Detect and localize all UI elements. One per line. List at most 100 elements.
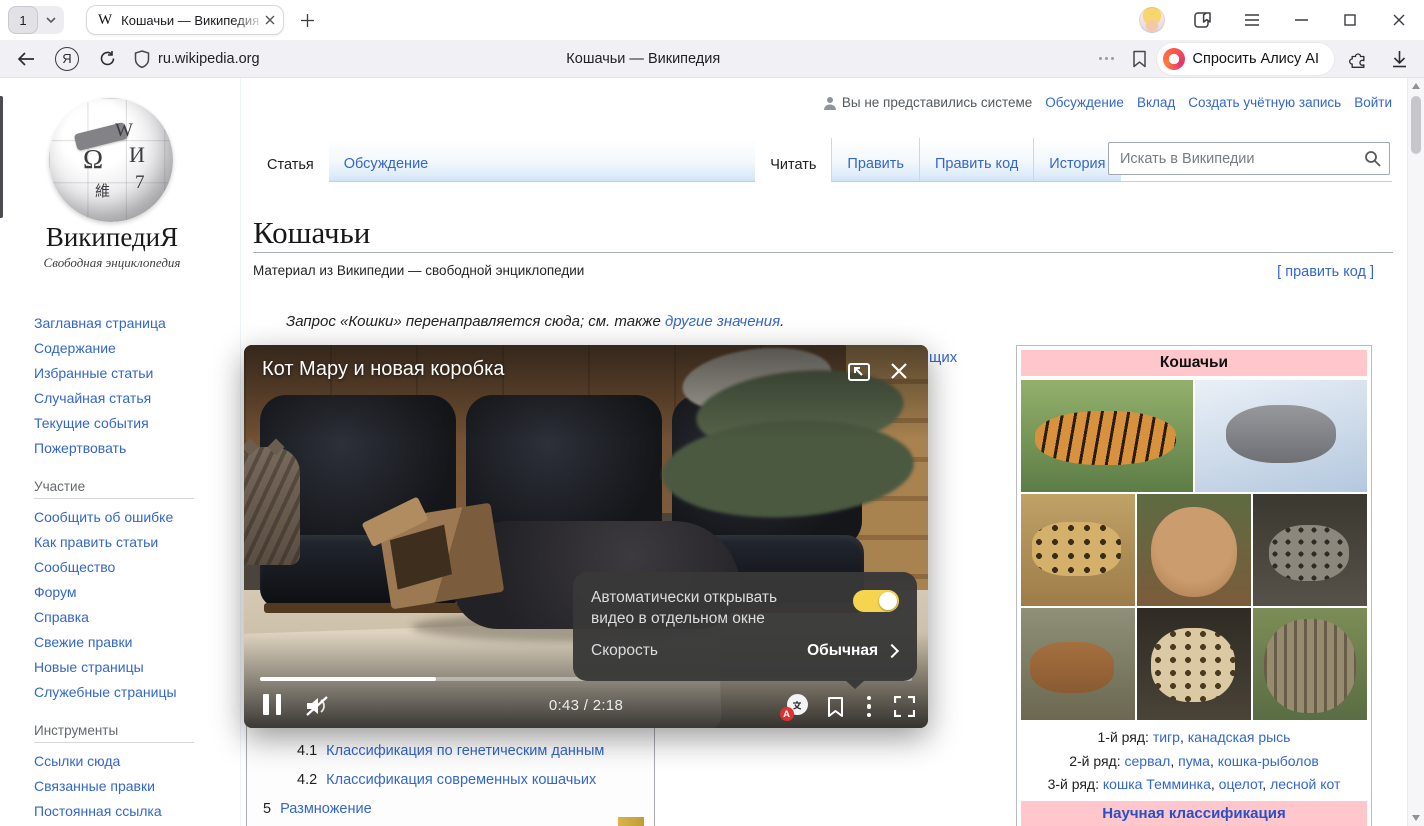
- toc-link[interactable]: Классификация по генетическим данным: [326, 737, 604, 766]
- sidebar-link-donate[interactable]: Пожертвовать: [34, 436, 224, 461]
- wikipedia-tagline: Свободная энциклопедия: [0, 255, 224, 271]
- muted-speaker-icon[interactable]: [304, 694, 330, 718]
- sidebar-link-main-page[interactable]: Заглавная страница: [34, 311, 224, 336]
- reload-icon[interactable]: [94, 46, 120, 72]
- tab-strip-filler: [443, 138, 755, 181]
- link-fishing-cat[interactable]: кошка-рыболов: [1218, 753, 1319, 769]
- ask-alice-label: Спросить Алису AI: [1193, 51, 1320, 67]
- auto-open-toggle[interactable]: [853, 590, 899, 612]
- close-video-icon[interactable]: [886, 358, 912, 384]
- more-actions-icon[interactable]: [1099, 57, 1114, 60]
- wiki-search-box[interactable]: [1108, 142, 1390, 175]
- sidebar-link-what-links-here[interactable]: Ссылки сюда: [34, 749, 224, 774]
- canada-lynx-photo[interactable]: [1195, 380, 1367, 492]
- serval-photo[interactable]: [1021, 494, 1135, 606]
- sidebar-link-recent-changes[interactable]: Свежие правки: [34, 630, 224, 655]
- link-wildcat[interactable]: лесной кот: [1270, 776, 1340, 792]
- ask-alice-button[interactable]: Спросить Алису AI: [1157, 43, 1335, 75]
- fullscreen-icon[interactable]: [894, 696, 915, 717]
- extensions-puzzle-icon[interactable]: [1348, 49, 1368, 69]
- sidebar-link-community[interactable]: Сообщество: [34, 555, 224, 580]
- pause-icon[interactable]: [263, 694, 281, 715]
- tiger-photo[interactable]: [1021, 380, 1193, 492]
- page-scrollbar[interactable]: [1407, 78, 1424, 826]
- scroll-down-arrow[interactable]: [1412, 815, 1420, 821]
- browser-tab[interactable]: W Кошачьи — Википедия: [86, 5, 284, 35]
- partially-covered-link[interactable]: щих: [929, 349, 957, 366]
- cut-off-image-fragment: [618, 817, 644, 826]
- tab-edit[interactable]: Править: [831, 138, 919, 181]
- sidebar-link-special-pages[interactable]: Служебные страницы: [34, 680, 224, 705]
- sidebar-link-help[interactable]: Справка: [34, 605, 224, 630]
- sidebar-link-random[interactable]: Случайная статья: [34, 386, 224, 411]
- link-ocelot[interactable]: оцелот: [1219, 776, 1263, 792]
- url-text[interactable]: ru.wikipedia.org: [158, 51, 260, 67]
- tab-counter[interactable]: 1: [8, 6, 64, 34]
- side-panel-icon[interactable]: [1192, 9, 1214, 31]
- bookmark-page-icon[interactable]: [1132, 50, 1147, 68]
- sidebar-link-how-to-edit[interactable]: Как править статьи: [34, 530, 224, 555]
- yandex-logo-icon[interactable]: Я: [55, 47, 79, 71]
- progress-played: [260, 677, 436, 681]
- link-tiger[interactable]: тигр: [1153, 729, 1180, 745]
- sidebar-link-report-error[interactable]: Сообщить об ошибке: [34, 505, 224, 530]
- tab-talk[interactable]: Обсуждение: [329, 138, 443, 181]
- tab-title: Кошачьи — Википедия: [121, 13, 265, 28]
- ocelot-photo[interactable]: [1137, 608, 1251, 720]
- toc-link[interactable]: Размножение: [280, 795, 372, 824]
- wikipedia-globe-logo[interactable]: ΩWИ7維: [49, 98, 173, 222]
- temminck-cat-photo[interactable]: [1021, 608, 1135, 720]
- search-icon[interactable]: [1364, 150, 1381, 167]
- downloads-icon[interactable]: [1391, 50, 1408, 68]
- scrollbar-thumb[interactable]: [1411, 96, 1421, 154]
- fishing-cat-photo[interactable]: [1253, 494, 1367, 606]
- hatnote-link[interactable]: другие значения: [665, 313, 780, 330]
- tab-article[interactable]: Статья: [252, 138, 329, 182]
- close-window-icon[interactable]: [1388, 9, 1410, 31]
- sidebar-link-contents[interactable]: Содержание: [34, 336, 224, 361]
- new-tab-button[interactable]: [296, 9, 318, 31]
- sidebar-link-forum[interactable]: Форум: [34, 580, 224, 605]
- link-canada-lynx[interactable]: канадская рысь: [1188, 729, 1291, 745]
- scroll-up-arrow[interactable]: [1412, 83, 1420, 89]
- puma-photo[interactable]: [1137, 494, 1251, 606]
- chevron-down-icon[interactable]: [38, 17, 64, 23]
- sidebar-link-featured[interactable]: Избранные статьи: [34, 361, 224, 386]
- sidebar-link-permanent-link[interactable]: Постоянная ссылка: [34, 799, 224, 824]
- toc-link[interactable]: Классификация современных кошачьих: [326, 766, 596, 795]
- wikipedia-wordmark[interactable]: ВикипедиЯ: [0, 222, 224, 253]
- profile-avatar[interactable]: [1139, 7, 1165, 33]
- personal-link-create-account[interactable]: Создать учётную запись: [1188, 95, 1341, 110]
- sidebar-section-tools: Инструменты: [34, 722, 194, 743]
- wiki-search-input[interactable]: [1118, 150, 1364, 168]
- video-player[interactable]: Кот Мару и новая коробка 0:43 / 2:18 A: [244, 345, 928, 728]
- link-temminck-cat[interactable]: кошка Темминка: [1103, 776, 1211, 792]
- speed-row[interactable]: Скорость Обычная: [591, 642, 899, 660]
- sidebar-link-current-events[interactable]: Текущие события: [34, 411, 224, 436]
- tab-edit-source[interactable]: Править код: [919, 138, 1033, 181]
- wildcat-photo[interactable]: [1253, 608, 1367, 720]
- bookmark-video-icon[interactable]: [827, 696, 844, 718]
- tab-close-icon[interactable]: [265, 15, 275, 25]
- url-field[interactable]: ru.wikipedia.org Кошачьи — Википедия: [130, 40, 1157, 78]
- minimize-icon[interactable]: [1290, 9, 1312, 31]
- personal-link-login[interactable]: Войти: [1354, 95, 1392, 110]
- sidebar-link-new-pages[interactable]: Новые страницы: [34, 655, 224, 680]
- personal-link-talk[interactable]: Обсуждение: [1045, 95, 1124, 110]
- personal-link-contributions[interactable]: Вклад: [1137, 95, 1175, 110]
- shield-icon[interactable]: [134, 50, 150, 68]
- tab-count-badge[interactable]: 1: [8, 6, 38, 34]
- back-icon[interactable]: [13, 46, 39, 72]
- tab-read[interactable]: Читать: [755, 138, 831, 182]
- taxobox: Кошачьи 1-й ряд: тигр, канадская рысь: [1016, 345, 1372, 826]
- video-translate-icon[interactable]: A: [783, 694, 808, 719]
- video-menu-icon[interactable]: [863, 696, 876, 718]
- maximize-icon[interactable]: [1339, 9, 1361, 31]
- exit-pip-icon[interactable]: [846, 359, 872, 385]
- browser-window: 1 W Кошачьи — Википедия: [0, 0, 1424, 826]
- edit-source-link[interactable]: [ править код ]: [1277, 264, 1374, 280]
- menu-icon[interactable]: [1241, 9, 1263, 31]
- link-puma[interactable]: пума: [1178, 753, 1210, 769]
- link-serval[interactable]: сервал: [1125, 753, 1171, 769]
- sidebar-link-related-changes[interactable]: Связанные правки: [34, 774, 224, 799]
